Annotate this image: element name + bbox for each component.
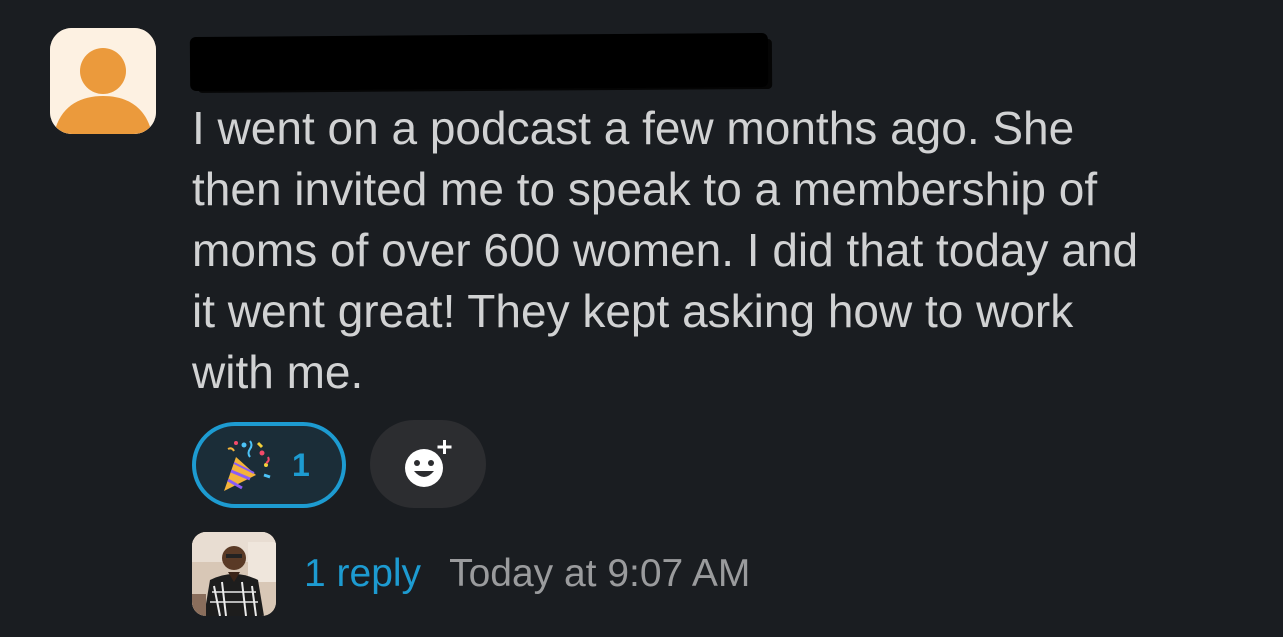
reaction-count: 1	[292, 446, 310, 483]
reply-count-link[interactable]: 1 reply	[304, 552, 421, 596]
author-name-redacted[interactable]	[189, 32, 769, 92]
party-popper-icon	[224, 440, 271, 491]
default-user-avatar-icon[interactable]	[50, 28, 156, 134]
thread-summary[interactable]: 1 reply Today at 9:07 AM	[192, 532, 750, 616]
message-container: I went on a podcast a few months ago. Sh…	[0, 0, 1283, 637]
replier-avatar[interactable]	[192, 532, 276, 616]
reply-timestamp: Today at 9:07 AM	[449, 552, 751, 595]
replier-photo-avatar	[192, 532, 276, 616]
add-reaction-button[interactable]	[370, 420, 486, 508]
add-emoji-reaction-icon	[405, 437, 453, 487]
message-text: I went on a podcast a few months ago. Sh…	[192, 102, 1139, 398]
reaction-party-popper[interactable]: 1	[192, 422, 346, 508]
